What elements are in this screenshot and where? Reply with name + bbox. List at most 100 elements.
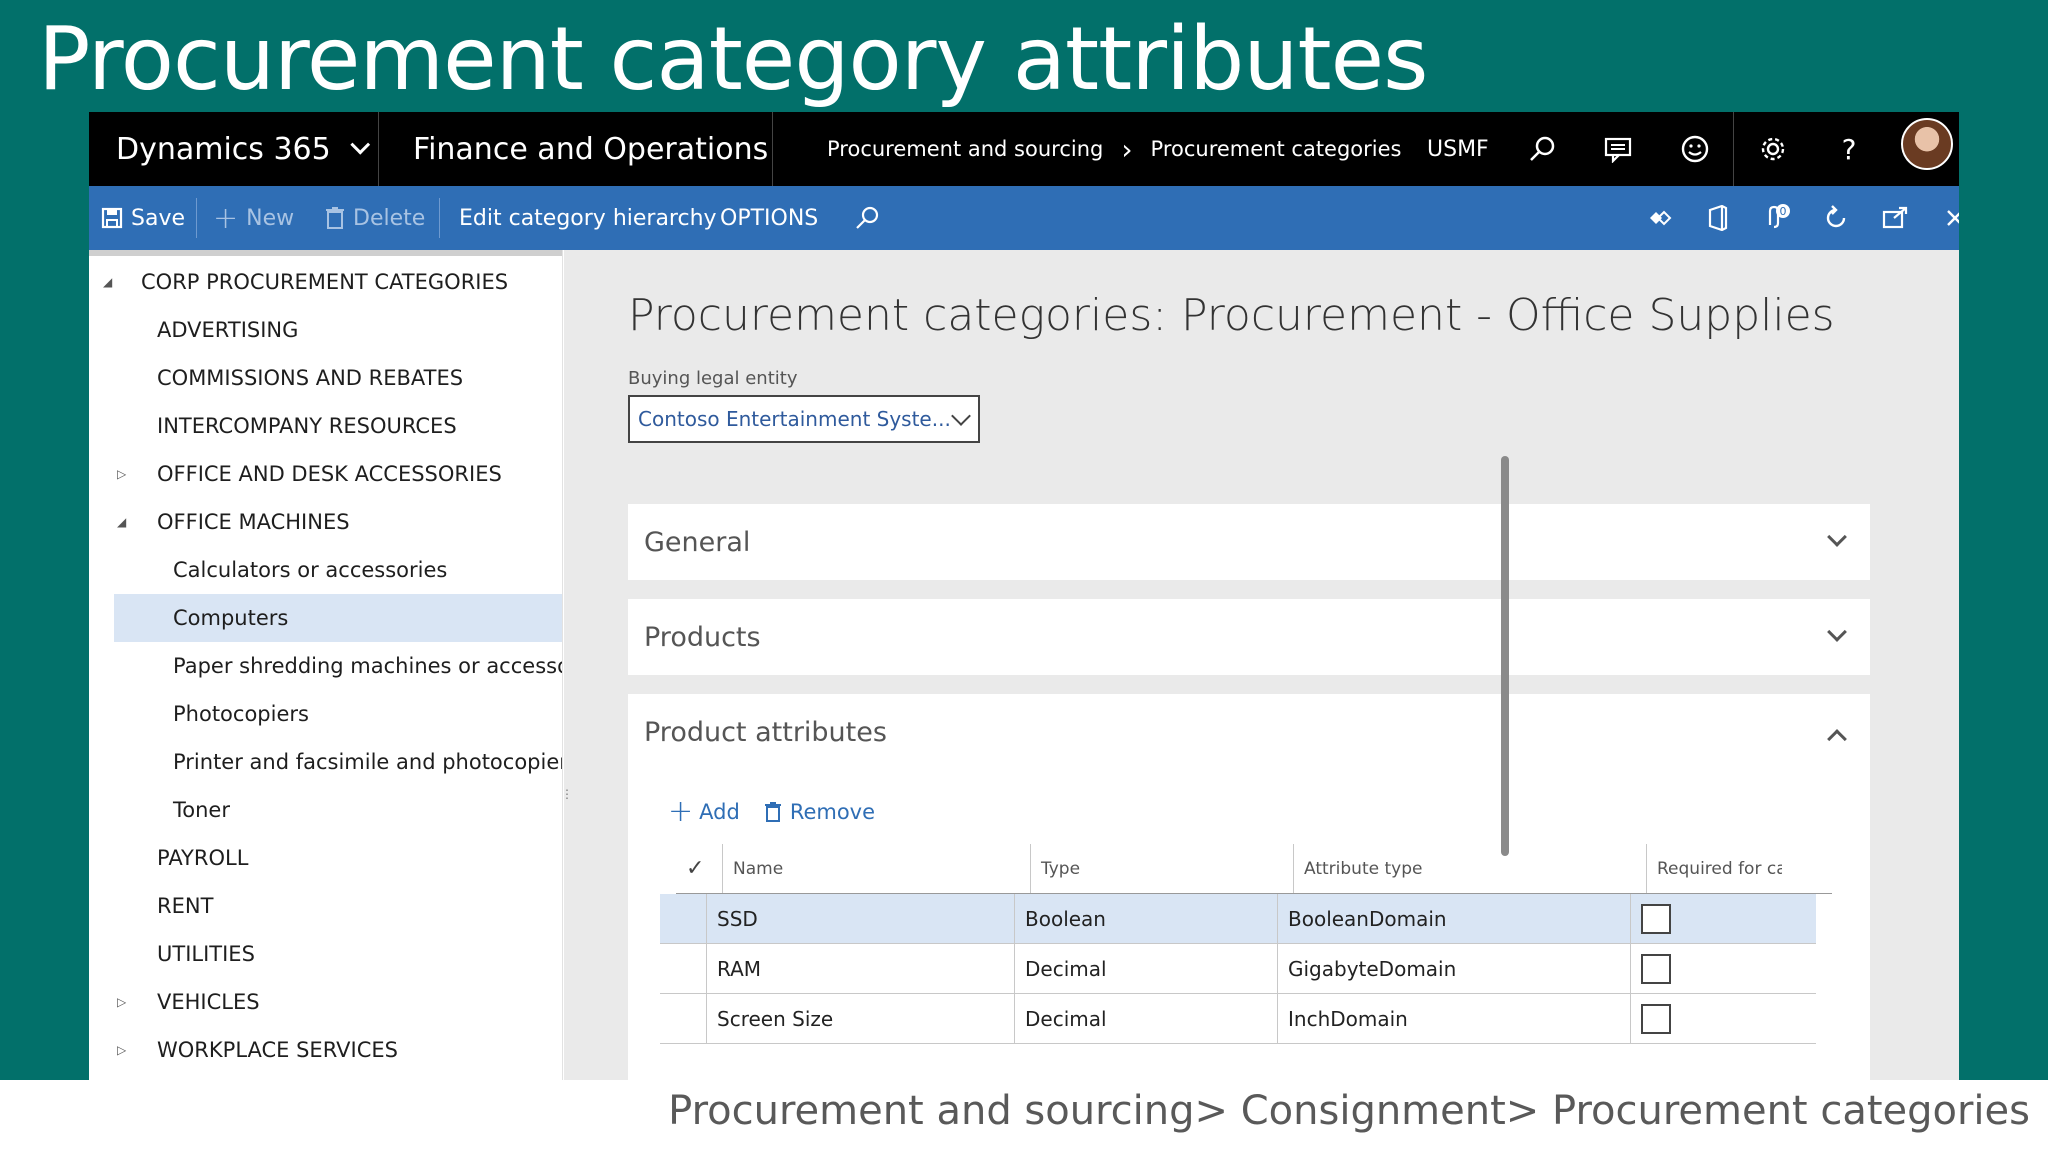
search-icon[interactable] bbox=[847, 186, 887, 250]
required-checkbox[interactable] bbox=[1641, 953, 1671, 984]
tree-node-label: WORKPLACE SERVICES bbox=[157, 1038, 398, 1062]
table-row[interactable]: SSD Boolean BooleanDomain bbox=[660, 894, 1816, 944]
chevron-up-icon[interactable] bbox=[1827, 729, 1847, 749]
tree-node[interactable]: ▷ VEHICLES bbox=[89, 978, 562, 1026]
table-cell-attribute-type[interactable]: BooleanDomain bbox=[1277, 894, 1630, 943]
tree-node[interactable]: PAYROLL bbox=[89, 834, 562, 882]
table-cell-type[interactable]: Decimal bbox=[1014, 994, 1277, 1043]
chevron-right-icon: › bbox=[1121, 132, 1133, 166]
tree-node-label: ADVERTISING bbox=[157, 318, 299, 342]
tree-node-label: Computers bbox=[173, 606, 289, 630]
scrollbar[interactable] bbox=[1501, 456, 1509, 856]
tree-node-label: Printer and facsimile and photocopier su… bbox=[173, 750, 563, 774]
remove-label: Remove bbox=[789, 799, 876, 824]
tree-node[interactable]: ▷ OFFICE AND DESK ACCESSORIES bbox=[89, 450, 562, 498]
tree-node-label: OFFICE MACHINES bbox=[157, 510, 350, 534]
grid-toolbar: + Add Remove bbox=[668, 794, 899, 829]
delete-button[interactable]: Delete bbox=[325, 186, 425, 250]
breadcrumb: Procurement and sourcing › Procurement c… bbox=[827, 112, 1401, 186]
new-label: New bbox=[246, 205, 295, 231]
table-cell-name[interactable]: RAM bbox=[706, 944, 1014, 993]
feedback-smiley-icon[interactable] bbox=[1670, 112, 1720, 186]
expand-triangle-icon[interactable]: ▷ bbox=[117, 467, 126, 481]
splitter-handle[interactable]: ⋮ bbox=[561, 788, 573, 814]
options-tab[interactable]: OPTIONS bbox=[720, 186, 818, 250]
divider bbox=[439, 198, 440, 238]
general-section[interactable]: General bbox=[628, 504, 1870, 580]
attachment-icon[interactable]: 0 bbox=[1757, 186, 1797, 250]
row-selector[interactable] bbox=[660, 944, 706, 993]
tree-node[interactable]: Computers bbox=[114, 594, 562, 642]
tree-node[interactable]: ◢ CORP PROCUREMENT CATEGORIES bbox=[89, 258, 562, 306]
module-name[interactable]: Finance and Operations bbox=[413, 112, 768, 186]
table-cell-attribute-type[interactable]: GigabyteDomain bbox=[1277, 944, 1630, 993]
select-all-check-icon[interactable]: ✓ bbox=[676, 844, 722, 893]
row-selector[interactable] bbox=[660, 994, 706, 1043]
breadcrumb-item[interactable]: Procurement categories bbox=[1151, 137, 1402, 161]
tree-node[interactable]: ▷ WORKPLACE SERVICES bbox=[89, 1026, 562, 1074]
tree-top-border bbox=[89, 250, 562, 256]
column-header[interactable]: Required for ca bbox=[1646, 844, 1782, 893]
tree-node[interactable]: RENT bbox=[89, 882, 562, 930]
tree-node-label: INTERCOMPANY RESOURCES bbox=[157, 414, 457, 438]
tree-node[interactable]: Toner bbox=[89, 786, 562, 834]
company-selector[interactable]: USMF bbox=[1427, 112, 1489, 186]
table-cell-type[interactable]: Boolean bbox=[1014, 894, 1277, 943]
table-row[interactable]: RAM Decimal GigabyteDomain bbox=[660, 944, 1816, 994]
tree-node[interactable]: Photocopiers bbox=[89, 690, 562, 738]
products-section[interactable]: Products bbox=[628, 599, 1870, 675]
app-switcher[interactable]: Dynamics 365 bbox=[116, 112, 370, 186]
tree-node-label: Photocopiers bbox=[173, 702, 309, 726]
tree-node[interactable]: ◢ OFFICE MACHINES bbox=[89, 498, 562, 546]
save-label: Save bbox=[131, 205, 186, 231]
column-header[interactable]: Name bbox=[722, 844, 1030, 893]
tree-node[interactable]: Paper shredding machines or accessories bbox=[89, 642, 562, 690]
navigation-path-caption: Procurement and sourcing> Consignment> P… bbox=[668, 1088, 2030, 1134]
table-cell-name[interactable]: SSD bbox=[706, 894, 1014, 943]
column-header[interactable]: Type bbox=[1030, 844, 1293, 893]
refresh-icon[interactable] bbox=[1816, 186, 1856, 250]
edit-category-hierarchy-button[interactable]: Edit category hierarchy bbox=[459, 186, 717, 250]
expand-triangle-icon[interactable]: ▷ bbox=[117, 995, 126, 1009]
remove-button[interactable]: Remove bbox=[764, 800, 875, 824]
trash-icon bbox=[764, 801, 782, 823]
chevron-down-icon bbox=[350, 134, 370, 155]
open-new-window-icon[interactable] bbox=[1875, 186, 1915, 250]
gear-icon[interactable] bbox=[1748, 112, 1798, 186]
row-selector[interactable] bbox=[660, 894, 706, 943]
tree-node[interactable]: ADVERTISING bbox=[89, 306, 562, 354]
search-icon[interactable] bbox=[1517, 112, 1567, 186]
table-cell-type[interactable]: Decimal bbox=[1014, 944, 1277, 993]
tree-node[interactable]: Calculators or accessories bbox=[89, 546, 562, 594]
tree-node[interactable]: Printer and facsimile and photocopier su… bbox=[89, 738, 563, 786]
tree-node-label: Toner bbox=[173, 798, 230, 822]
required-checkbox[interactable] bbox=[1641, 903, 1671, 934]
divider bbox=[378, 112, 379, 186]
table-row[interactable]: Screen Size Decimal InchDomain bbox=[660, 994, 1816, 1044]
tree-node[interactable]: COMMISSIONS AND REBATES bbox=[89, 354, 562, 402]
avatar[interactable] bbox=[1901, 118, 1953, 170]
table-cell-name[interactable]: Screen Size bbox=[706, 994, 1014, 1043]
connect-icon[interactable] bbox=[1640, 186, 1680, 250]
plus-icon: + bbox=[668, 794, 694, 829]
tree-node[interactable]: UTILITIES bbox=[89, 930, 562, 978]
collapse-triangle-icon[interactable]: ◢ bbox=[103, 275, 112, 289]
column-header[interactable]: Attribute type bbox=[1293, 844, 1646, 893]
expand-triangle-icon[interactable]: ▷ bbox=[117, 1043, 126, 1057]
required-checkbox[interactable] bbox=[1641, 1003, 1671, 1034]
save-button[interactable]: Save bbox=[101, 186, 185, 250]
collapse-triangle-icon[interactable]: ◢ bbox=[117, 515, 126, 529]
attachment-count: 0 bbox=[1780, 205, 1787, 218]
message-icon[interactable] bbox=[1593, 112, 1643, 186]
close-icon[interactable] bbox=[1935, 186, 1959, 250]
section-header[interactable]: Product attributes bbox=[644, 694, 887, 770]
help-icon[interactable]: ? bbox=[1824, 112, 1874, 186]
product-attributes-section: Product attributes + Add Remove ✓ Name Typ… bbox=[628, 694, 1870, 1080]
tree-node[interactable]: INTERCOMPANY RESOURCES bbox=[89, 402, 562, 450]
buying-entity-select[interactable]: Contoso Entertainment Syste... bbox=[628, 395, 980, 443]
breadcrumb-item[interactable]: Procurement and sourcing bbox=[827, 137, 1103, 161]
add-button[interactable]: + Add bbox=[668, 794, 740, 829]
office-icon[interactable] bbox=[1698, 186, 1738, 250]
new-button[interactable]: + New bbox=[213, 186, 294, 250]
table-cell-attribute-type[interactable]: InchDomain bbox=[1277, 994, 1630, 1043]
